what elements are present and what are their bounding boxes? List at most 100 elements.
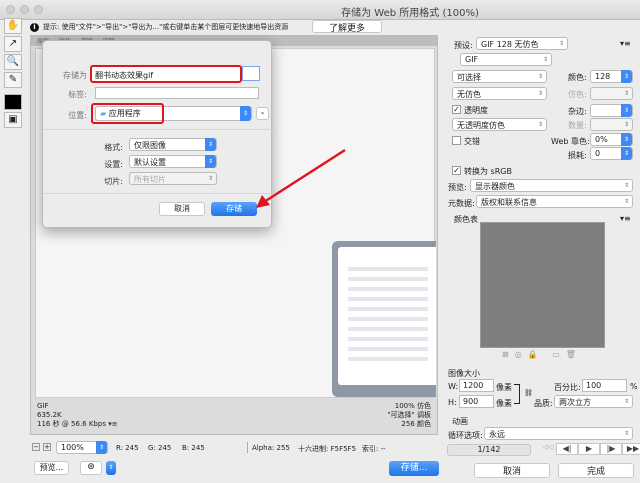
metadata-value: 版权和联系信息 <box>481 198 537 207</box>
zoom-select[interactable]: 100% ⇕ <box>56 441 108 454</box>
constrain-proportions-icon[interactable]: ⛓ <box>524 389 533 397</box>
zoom-out-icon[interactable]: − <box>32 443 40 451</box>
speed-menu-icon[interactable]: ▾≡ <box>108 420 117 428</box>
preview-label: 预览: <box>448 183 467 192</box>
chevron-updown-icon: ⇕ <box>623 90 630 97</box>
chevron-updown-icon: ⇕ <box>558 40 565 47</box>
toggle-slices-icon[interactable]: ▣ <box>4 112 22 128</box>
lock-color-icon[interactable]: 🔒 <box>528 350 544 359</box>
index-value: 索引: -- <box>362 445 386 453</box>
chevron-updown-icon: ⇕ <box>537 90 544 97</box>
divider <box>43 129 273 130</box>
slice-select-tool-icon[interactable]: ↗ <box>4 36 22 52</box>
matte-select[interactable]: ⇕ <box>590 104 633 117</box>
metadata-label: 元数据: <box>448 199 475 208</box>
transparency-dither-select[interactable]: 无透明度仿色 ⇕ <box>452 118 547 131</box>
web-shift-icon[interactable]: ⊠ <box>502 350 515 359</box>
cancel-button[interactable]: 取消 <box>474 463 550 478</box>
preset-select[interactable]: GIF 128 无仿色 ⇕ <box>476 37 568 50</box>
transparency-checkbox[interactable]: ✓ <box>452 105 461 114</box>
amount-input[interactable]: ⇕ <box>590 118 633 131</box>
trash-icon[interactable]: 🗑 <box>566 350 582 359</box>
quality-select[interactable]: 两次立方 ⇕ <box>554 395 633 408</box>
hand-tool-icon[interactable]: ✋ <box>4 18 22 34</box>
preview-select[interactable]: 显示器颜色 ⇕ <box>470 179 633 192</box>
play-icon[interactable]: ▶ <box>578 443 600 455</box>
dither-algorithm-select[interactable]: 无仿色 ⇕ <box>452 87 547 100</box>
height-input[interactable]: 900 <box>459 395 494 408</box>
zoom-tool-icon[interactable]: 🔍 <box>4 54 22 70</box>
settings-select[interactable]: 默认设置 ⇕ <box>129 155 217 168</box>
image-size-label: 图像大小 <box>448 369 480 378</box>
expand-dialog-button[interactable]: ⌄ <box>256 107 269 120</box>
loop-select[interactable]: 永远 ⇕ <box>484 427 633 440</box>
size-info: 635.2K <box>37 411 62 419</box>
colors-value: 128 <box>595 72 611 81</box>
chevron-updown-icon: ⇕ <box>621 70 632 83</box>
learn-more-button[interactable]: 了解更多 <box>312 20 382 34</box>
dither-input[interactable]: ⇕ <box>590 87 633 100</box>
image-info-right: 100% 仿色 "可选择" 调板 256 颜色 <box>387 402 431 429</box>
colors-info: 256 颜色 <box>401 420 431 428</box>
chevron-updown-icon: ⇕ <box>205 138 216 151</box>
first-frame-icon[interactable]: ◁◁ <box>540 443 556 455</box>
web-snap-icon[interactable]: ◎ <box>515 350 528 359</box>
dither-algorithm-value: 无仿色 <box>457 90 481 99</box>
chevron-updown-icon: ⇕ <box>621 104 632 117</box>
animation-label: 动画 <box>452 417 468 426</box>
save-as-input[interactable]: 翻书动态效果gif <box>90 65 242 83</box>
width-label: W: <box>448 382 459 391</box>
new-color-icon[interactable]: ▭ <box>552 350 566 359</box>
divider <box>43 193 273 194</box>
slices-select[interactable]: 所有切片 ⇕ <box>129 172 217 185</box>
color-table-tools: ⊠◎🔒 ▭🗑 <box>502 350 582 359</box>
preset-value: GIF 128 无仿色 <box>481 40 539 49</box>
format-label: 格式: <box>104 143 123 152</box>
lossy-input[interactable]: 0 ⇕ <box>590 147 633 160</box>
eyedropper-tool-icon[interactable]: ✎ <box>4 72 22 88</box>
metadata-select[interactable]: 版权和联系信息 ⇕ <box>476 195 633 208</box>
previous-frame-icon[interactable]: ◀| <box>556 443 578 455</box>
loop-value: 永远 <box>489 430 505 439</box>
eyedropper-color-swatch[interactable] <box>4 94 22 110</box>
frame-counter: 1/142 <box>447 444 531 456</box>
format-info: GIF <box>37 402 49 410</box>
percent-label: 百分比: <box>554 383 581 392</box>
color-table[interactable] <box>480 222 605 348</box>
convert-srgb-checkbox[interactable]: ✓ <box>452 166 461 175</box>
dither-label: 仿色: <box>568 90 587 99</box>
browser-preview-icon[interactable]: ⊛ <box>80 461 102 475</box>
next-frame-icon[interactable]: |▶ <box>600 443 622 455</box>
toolbox: ✋ ↗ 🔍 ✎ ▣ <box>4 16 26 130</box>
web-snap-value: 0% <box>595 135 608 144</box>
preview-button[interactable]: 预览... <box>34 461 69 475</box>
dialog-cancel-button[interactable]: 取消 <box>159 202 205 216</box>
percent-unit: % <box>630 382 638 391</box>
reduction-select[interactable]: 可选择 ⇕ <box>452 70 547 83</box>
zoom-in-icon[interactable]: + <box>43 443 51 451</box>
browser-select-chevron-icon[interactable]: ⇕ <box>106 461 116 475</box>
interlaced-label: 交错 <box>464 137 480 146</box>
web-snap-input[interactable]: 0% ⇕ <box>590 133 633 146</box>
reduction-value: 可选择 <box>457 73 481 82</box>
interlaced-checkbox[interactable] <box>452 136 461 145</box>
link-bracket <box>514 384 520 404</box>
book-lines <box>348 267 428 367</box>
file-format-select[interactable]: GIF ⇕ <box>460 53 552 66</box>
chevron-updown-icon: ⇕ <box>623 121 630 128</box>
save-button[interactable]: 存储... <box>389 461 439 476</box>
palette-info: "可选择" 调板 <box>387 411 431 419</box>
location-highlight <box>91 103 164 124</box>
loop-label: 循环选项: <box>448 431 483 440</box>
panel-menu-icon[interactable]: ▾≡ <box>620 39 631 48</box>
tags-input[interactable] <box>95 87 259 99</box>
done-button[interactable]: 完成 <box>558 463 634 478</box>
colors-input[interactable]: 128 ⇕ <box>590 70 633 83</box>
width-input[interactable]: 1200 <box>459 379 494 392</box>
percent-input[interactable]: 100 <box>582 379 627 392</box>
location-label: 位置: <box>68 111 87 120</box>
title-bar: 存储为 Web 所用格式 (100%) <box>0 0 640 20</box>
color-table-menu-icon[interactable]: ▾≡ <box>620 214 631 223</box>
format-select[interactable]: 仅限图像 ⇕ <box>129 138 217 151</box>
last-frame-icon[interactable]: ▶▶ <box>622 443 640 455</box>
